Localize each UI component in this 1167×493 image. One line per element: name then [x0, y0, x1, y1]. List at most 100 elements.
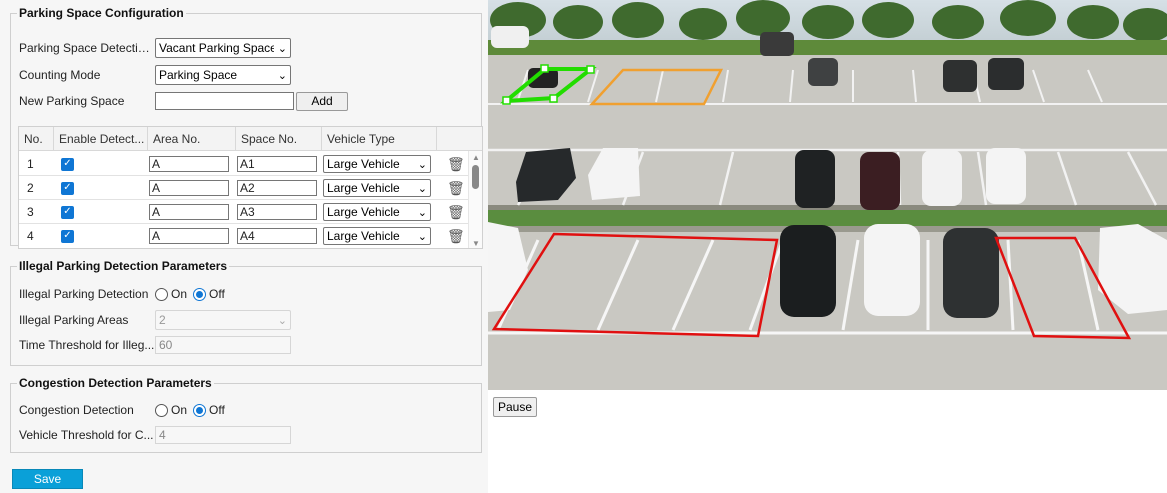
illegal-parking-group: Illegal Parking Detection Parameters Ill… — [10, 259, 482, 366]
table-scrollbar[interactable]: ▲ ▼ — [468, 151, 482, 248]
checkmark-icon: ✓ — [61, 205, 74, 219]
vehicle-type-select[interactable]: Large Vehicle ⌄ — [323, 227, 431, 245]
chevron-down-icon: ⌄ — [417, 158, 427, 171]
illegal-off-label: Off — [209, 287, 225, 301]
table-row: 4 ✓ A A4 Large Vehicle ⌄ 🗑 — [19, 224, 469, 248]
chevron-down-icon: ⌄ — [277, 69, 287, 82]
radio-on-icon — [193, 403, 207, 417]
table-row: 3 ✓ A A3 Large Vehicle ⌄ 🗑 — [19, 200, 469, 224]
illegal-areas-row: Illegal Parking Areas 2 ⌄ — [19, 310, 291, 330]
scroll-down-arrow-icon[interactable]: ▼ — [472, 239, 480, 248]
trash-icon[interactable]: 🗑 — [447, 156, 465, 173]
detection-row: Parking Space Detection... Vacant Parkin… — [19, 38, 291, 58]
chevron-down-icon: ⌄ — [417, 182, 427, 195]
illegal-detection-row: Illegal Parking Detection On Off — [19, 284, 231, 304]
trash-icon[interactable]: 🗑 — [447, 228, 465, 245]
enable-checkbox[interactable]: ✓ — [61, 224, 74, 248]
area-input[interactable]: A — [149, 156, 229, 172]
pause-button[interactable]: Pause — [493, 397, 537, 417]
area-input[interactable]: A — [149, 228, 229, 244]
chevron-down-icon: ⌄ — [277, 42, 287, 55]
illegal-on-label: On — [171, 287, 188, 301]
enable-checkbox[interactable]: ✓ — [61, 152, 74, 176]
detection-select[interactable]: Vacant Parking Space ⌄ — [155, 38, 291, 58]
time-threshold-label: Time Threshold for Illeg... — [19, 338, 155, 352]
parking-lot-scene — [488, 0, 1167, 390]
row-no: 3 — [27, 205, 34, 219]
vehicle-threshold-label: Vehicle Threshold for C... — [19, 428, 154, 442]
chevron-down-icon: ⌄ — [277, 314, 287, 327]
scrollbar-thumb[interactable] — [472, 165, 479, 189]
detection-select-value: Vacant Parking Space — [159, 41, 274, 55]
vehicle-type-value: Large Vehicle — [327, 205, 400, 219]
vehicle-type-select[interactable]: Large Vehicle ⌄ — [323, 155, 431, 173]
detection-label: Parking Space Detection... — [19, 41, 155, 55]
vehicle-type-value: Large Vehicle — [327, 229, 400, 243]
checkmark-icon: ✓ — [61, 229, 74, 243]
counting-select-value: Parking Space — [159, 68, 238, 82]
new-space-label: New Parking Space — [19, 94, 125, 108]
vehicle-type-select[interactable]: Large Vehicle ⌄ — [323, 203, 431, 221]
radio-off-icon — [155, 403, 168, 417]
table-row: 2 ✓ A A2 Large Vehicle ⌄ 🗑 — [19, 176, 469, 200]
col-space: Space No. — [236, 127, 322, 151]
parking-space-config-legend: Parking Space Configuration — [17, 6, 186, 20]
congestion-detection-row: Congestion Detection On Off — [19, 400, 231, 420]
illegal-detection-label: Illegal Parking Detection — [19, 287, 149, 301]
parking-space-config-group: Parking Space Configuration Parking Spac… — [10, 6, 483, 249]
enable-checkbox[interactable]: ✓ — [61, 176, 74, 200]
congestion-on-label: On — [171, 403, 188, 417]
row-no: 2 — [27, 181, 34, 195]
table-header: No. Enable Detect... Area No. Space No. … — [19, 127, 482, 151]
vehicle-threshold-row: Vehicle Threshold for C... — [19, 425, 291, 445]
vehicle-type-value: Large Vehicle — [327, 157, 400, 171]
counting-select[interactable]: Parking Space ⌄ — [155, 65, 291, 85]
save-button[interactable]: Save — [12, 469, 83, 489]
illegal-off-radio[interactable]: Off — [193, 287, 225, 301]
space-input[interactable]: A2 — [237, 180, 317, 196]
trash-icon[interactable]: 🗑 — [447, 180, 465, 197]
row-no: 4 — [27, 229, 34, 243]
col-delete — [437, 127, 467, 151]
vehicle-threshold-input[interactable] — [155, 426, 291, 444]
illegal-on-radio[interactable]: On — [155, 287, 187, 301]
congestion-on-radio[interactable]: On — [155, 403, 187, 417]
trash-icon[interactable]: 🗑 — [447, 204, 465, 221]
congestion-off-radio[interactable]: Off — [193, 403, 225, 417]
col-enable: Enable Detect... — [54, 127, 148, 151]
congestion-detection-label: Congestion Detection — [19, 403, 134, 417]
congestion-legend: Congestion Detection Parameters — [17, 376, 214, 390]
space-input[interactable]: A1 — [237, 156, 317, 172]
space-input[interactable]: A4 — [237, 228, 317, 244]
illegal-areas-select[interactable]: 2 ⌄ — [155, 310, 291, 330]
row-no: 1 — [27, 157, 34, 171]
col-no: No. — [19, 127, 54, 151]
illegal-parking-legend: Illegal Parking Detection Parameters — [17, 259, 230, 273]
video-preview[interactable] — [488, 0, 1167, 390]
area-input[interactable]: A — [149, 204, 229, 220]
chevron-down-icon: ⌄ — [417, 206, 427, 219]
time-threshold-input[interactable] — [155, 336, 291, 354]
add-button[interactable]: Add — [296, 91, 348, 111]
chevron-down-icon: ⌄ — [417, 230, 427, 243]
enable-checkbox[interactable]: ✓ — [61, 200, 74, 224]
table-row: 1 ✓ A A1 Large Vehicle ⌄ 🗑 — [19, 152, 469, 176]
new-space-row: New Parking Space Add — [19, 91, 348, 111]
vehicle-type-select[interactable]: Large Vehicle ⌄ — [323, 179, 431, 197]
parking-space-table: No. Enable Detect... Area No. Space No. … — [18, 126, 483, 249]
checkmark-icon: ✓ — [61, 157, 74, 171]
time-threshold-row: Time Threshold for Illeg... — [19, 335, 291, 355]
scroll-up-arrow-icon[interactable]: ▲ — [472, 153, 480, 162]
congestion-off-label: Off — [209, 403, 225, 417]
radio-off-icon — [155, 287, 168, 301]
config-panel: Parking Space Configuration Parking Spac… — [0, 0, 488, 493]
new-space-input[interactable] — [155, 92, 294, 110]
checkmark-icon: ✓ — [61, 181, 74, 195]
area-input[interactable]: A — [149, 180, 229, 196]
illegal-areas-label: Illegal Parking Areas — [19, 313, 129, 327]
col-vehicle: Vehicle Type — [322, 127, 437, 151]
vehicle-type-value: Large Vehicle — [327, 181, 400, 195]
radio-on-icon — [193, 287, 207, 301]
counting-row: Counting Mode Parking Space ⌄ — [19, 65, 291, 85]
space-input[interactable]: A3 — [237, 204, 317, 220]
